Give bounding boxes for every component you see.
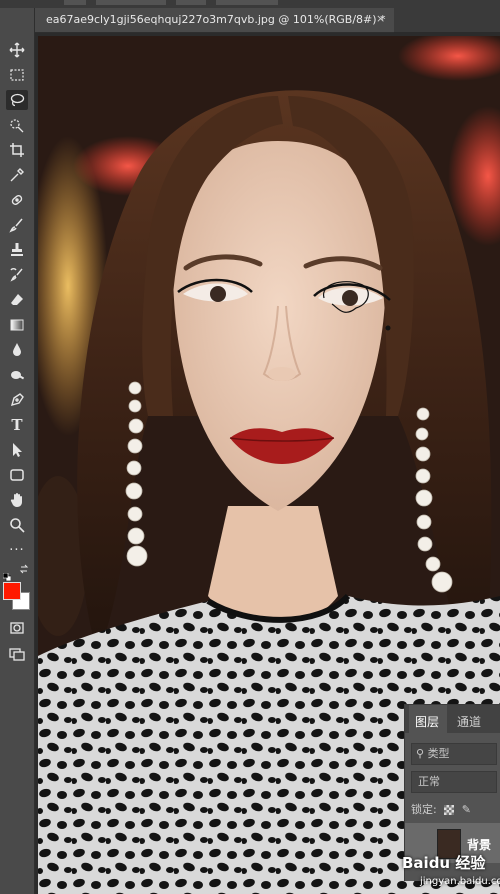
crop-tool-icon[interactable] [6,140,28,160]
layer-name: 背景 [467,838,492,852]
healing-brush-tool-icon[interactable] [6,190,28,210]
baidu-watermark: Baidu 经验 jingyan.baidu.com [402,852,500,892]
top-strip [0,0,500,8]
zoom-tool-icon[interactable] [6,515,28,535]
rectangle-tool-icon[interactable] [6,465,28,485]
gradient-tool-icon[interactable] [6,315,28,335]
path-select-tool-icon[interactable] [6,440,28,460]
lock-transparency-icon[interactable] [444,805,455,815]
foreground-color-swatch[interactable] [3,582,21,600]
filter-label: 类型 [427,747,450,760]
quick-select-tool-icon[interactable] [6,115,28,135]
hand-tool-icon[interactable] [6,490,28,510]
blend-mode-value: 正常 [418,775,440,788]
marquee-tool-icon[interactable] [6,65,28,85]
close-icon[interactable]: × [376,12,385,25]
swap-colors-icon[interactable] [19,564,29,574]
screen-mode-icon[interactable] [6,644,28,664]
tab-bar-empty [394,8,500,32]
eraser-tool-icon[interactable] [6,290,28,310]
watermark-text: Baidu 经验 [402,854,486,872]
type-tool-icon[interactable]: T [6,415,28,435]
lock-paint-icon[interactable]: ✎ [462,803,471,816]
panel-tabs: 图层 通道 [405,705,500,733]
dodge-tool-icon[interactable] [6,365,28,385]
watermark-url: jingyan.baidu.com [420,876,500,887]
blend-mode-select[interactable]: 正常 [411,771,497,793]
tab-layers[interactable]: 图层 [415,713,439,730]
layer-filter-field[interactable]: ⚲ 类型 [411,743,497,765]
clone-stamp-tool-icon[interactable] [6,240,28,260]
document-tab[interactable]: ea67ae9cly1gji56eqhquj227o3m7qvb.jpg @ 1… [34,8,394,33]
more-tools-icon[interactable]: ··· [6,540,28,560]
brush-tool-icon[interactable] [6,215,28,235]
document-title: ea67ae9cly1gji56eqhquj227o3m7qvb.jpg @ 1… [46,13,386,26]
lock-row: 锁定: ✎ [411,801,471,817]
search-icon: ⚲ [416,747,425,760]
pen-tool-icon[interactable] [6,390,28,410]
lock-label: 锁定: [411,803,437,816]
quick-mask-icon[interactable] [6,618,28,638]
tools-panel: T ··· [0,8,35,894]
blur-tool-icon[interactable] [6,340,28,360]
history-brush-tool-icon[interactable] [6,265,28,285]
default-colors-icon[interactable] [2,566,12,582]
eyedropper-tool-icon[interactable] [6,165,28,185]
tab-channels[interactable]: 通道 [457,713,481,730]
move-tool-icon[interactable] [6,40,28,60]
lasso-tool-icon[interactable] [6,90,28,110]
